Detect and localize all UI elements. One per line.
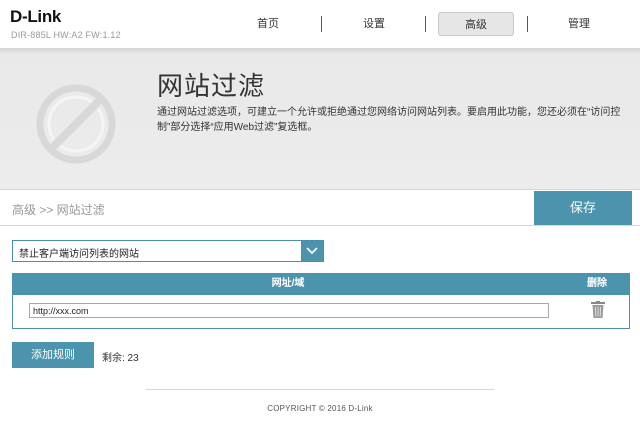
remaining-count: 剩余: 23: [102, 353, 139, 364]
nav-divider: [425, 16, 426, 32]
footer-divider: [146, 389, 494, 390]
copyright: COPYRIGHT © 2016 D-Link: [267, 404, 373, 413]
block-icon: [36, 84, 116, 164]
nav-management[interactable]: 管理: [539, 12, 619, 36]
filter-mode-value: 禁止客户端访问列表的网站: [19, 249, 139, 260]
trash-icon[interactable]: [591, 301, 605, 319]
nav-advanced[interactable]: 高级: [438, 12, 514, 36]
dlink-logo: D-Link: [10, 7, 62, 26]
add-rule-button[interactable]: 添加规则: [12, 342, 94, 368]
nav-home[interactable]: 首页: [228, 12, 308, 36]
column-header-url: 网址/域: [271, 278, 305, 289]
filter-mode-select[interactable]: 禁止客户端访问列表的网站: [12, 240, 324, 262]
header: D-Link DIR-885L HW:A2 FW:1.12 首页 设置 高级 管…: [0, 0, 640, 48]
chevron-down-icon[interactable]: [301, 241, 323, 261]
model-info: DIR-885L HW:A2 FW:1.12: [11, 30, 121, 40]
save-button[interactable]: 保存: [534, 191, 632, 225]
page-description: 通过网站过滤选项，可建立一个允许或拒绝通过您网络访问网站列表。要启用此功能，您还…: [157, 107, 621, 133]
table-row: [12, 295, 630, 329]
nav-divider: [321, 16, 322, 32]
column-header-delete: 删除: [587, 278, 607, 289]
table-header: 网址/域 删除: [12, 273, 630, 295]
nav-divider: [527, 16, 528, 32]
breadcrumb: 高级 >> 网站过滤: [12, 203, 105, 217]
page-title: 网站过滤: [157, 71, 266, 101]
url-input[interactable]: [29, 303, 549, 318]
hero-banner: 网站过滤 通过网站过滤选项，可建立一个允许或拒绝通过您网络访问网站列表。要启用此…: [0, 48, 640, 190]
nav-settings[interactable]: 设置: [334, 12, 414, 36]
